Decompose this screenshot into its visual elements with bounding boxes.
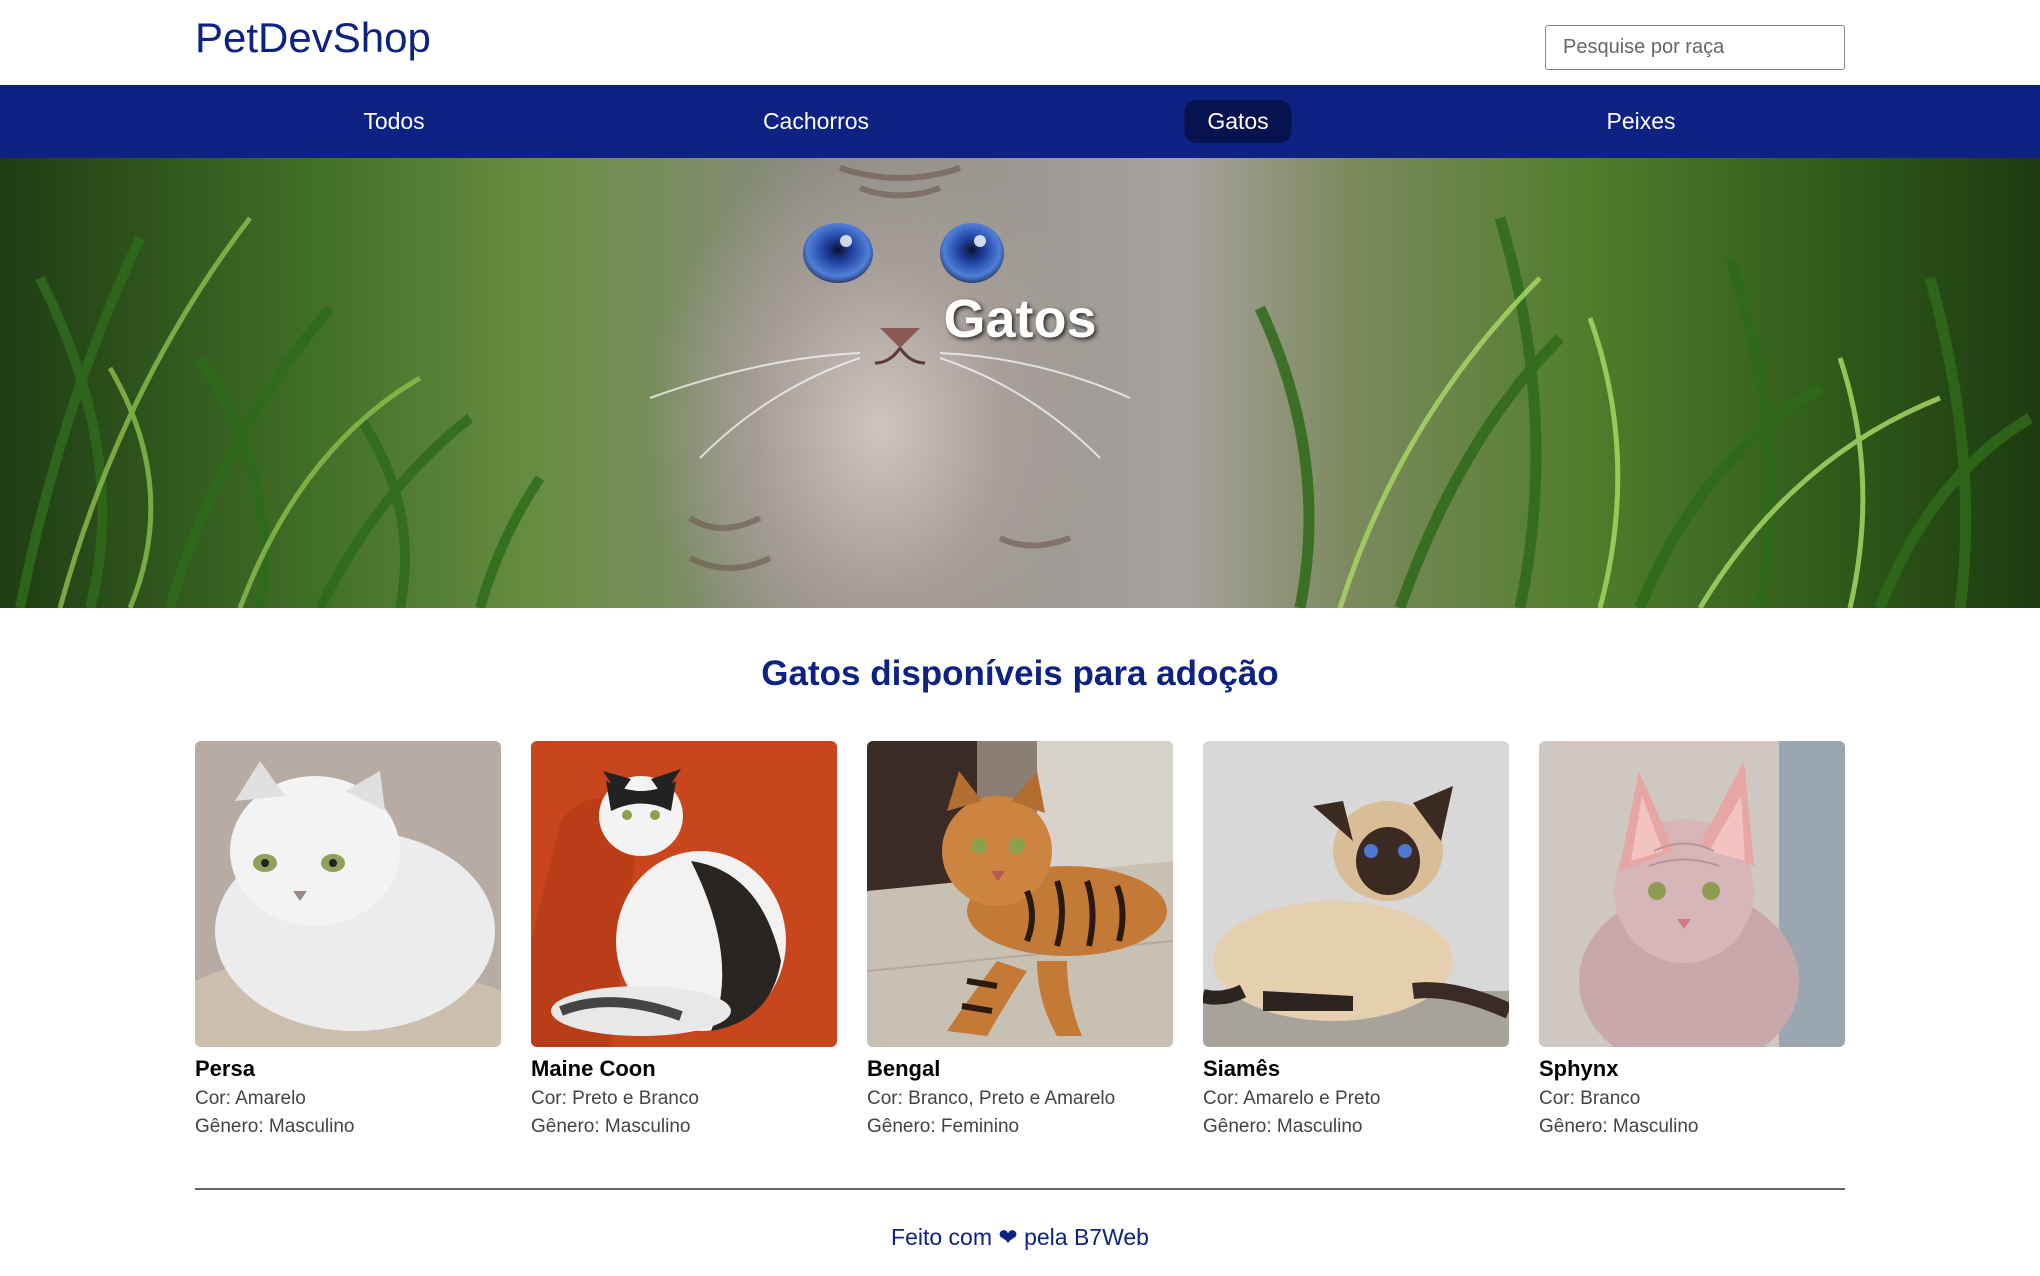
pet-color: Cor: Amarelo [195,1088,306,1109]
pet-photo-bengal [867,741,1173,1047]
nav-item-cachorros[interactable]: Cachorros [740,100,892,143]
pet-name: Maine Coon [531,1056,656,1081]
footer-text-prefix: Feito com [891,1224,993,1250]
nav-item-todos[interactable]: Todos [340,100,447,143]
heart-icon: ❤ [998,1224,1018,1250]
pet-color: Cor: Amarelo e Preto [1203,1088,1381,1109]
pet-card[interactable]: Persa Cor: Amarelo Gênero: Masculino [195,741,501,1138]
pet-gender: Gênero: Feminino [867,1116,1020,1137]
pet-grid: Persa Cor: Amarelo Gênero: Masculino Mai… [195,741,1845,1138]
pet-name: Bengal [867,1056,941,1081]
pet-card[interactable]: Sphynx Cor: Branco Gênero: Masculino [1539,741,1845,1138]
nav-item-gatos[interactable]: Gatos [1184,100,1292,143]
pet-card[interactable]: Bengal Cor: Branco, Preto e Amarelo Gêne… [867,741,1173,1138]
search-input[interactable] [1545,25,1845,70]
hero-banner: Gatos [0,158,2040,608]
pet-gender: Gênero: Masculino [195,1116,355,1137]
site-header: PetDevShop [0,0,2040,85]
pet-gender: Gênero: Masculino [1539,1116,1699,1137]
pet-card[interactable]: Maine Coon Cor: Preto e Branco Gênero: M… [531,741,837,1138]
pet-gender: Gênero: Masculino [531,1116,691,1137]
section-title: Gatos disponíveis para adoção [761,654,1279,693]
hero-image [15,165,2033,608]
hero-title: Gatos [943,289,1097,349]
main-nav: Todos Cachorros Gatos Peixes [0,85,2040,158]
pet-name: Persa [195,1056,255,1081]
pet-photo-persa [195,741,501,1047]
pet-card[interactable]: Siamês Cor: Amarelo e Preto Gênero: Masc… [1203,741,1509,1138]
pet-photo-sphynx [1539,741,1845,1047]
site-footer: Feito com ❤ pela B7Web [195,1224,1845,1251]
pet-color: Cor: Branco [1539,1088,1641,1109]
pet-name: Sphynx [1539,1056,1619,1081]
pet-gender: Gênero: Masculino [1203,1116,1363,1137]
pet-photo-maine-coon [531,741,837,1047]
main-content: Gatos disponíveis para adoção Persa Cor:… [195,654,1845,1251]
pet-name: Siamês [1203,1056,1281,1081]
site-logo[interactable]: PetDevShop [195,14,431,62]
footer-divider [195,1188,1845,1190]
pet-color: Cor: Branco, Preto e Amarelo [867,1088,1116,1109]
nav-item-peixes[interactable]: Peixes [1583,100,1698,143]
pet-color: Cor: Preto e Branco [531,1088,699,1109]
footer-credit-link[interactable]: pela B7Web [1024,1224,1149,1250]
pet-photo-siames [1203,741,1509,1047]
